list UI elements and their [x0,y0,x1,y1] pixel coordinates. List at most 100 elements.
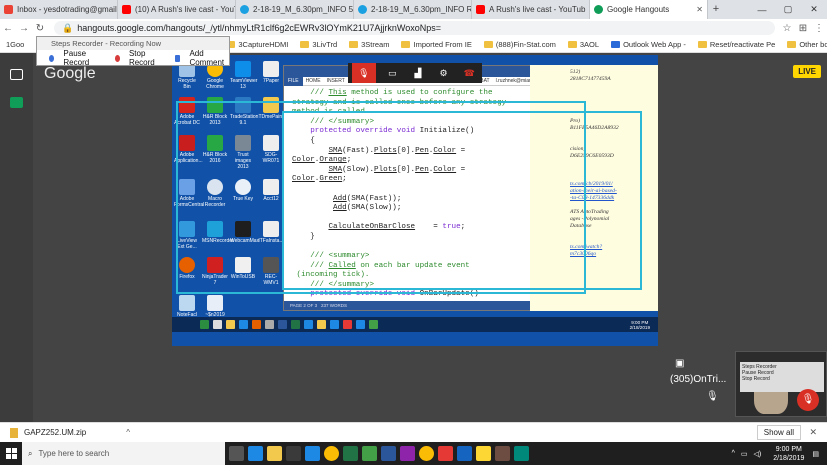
app-icon[interactable] [252,320,261,329]
chevron-up-icon[interactable]: ^ [126,428,130,437]
bookmark-item[interactable]: Imported From IE [395,40,477,49]
bookmark-item[interactable]: Outlook Web App - [605,40,692,49]
app-icon[interactable] [343,320,352,329]
close-window-icon[interactable]: ✕ [801,4,827,15]
desktop-icon[interactable]: MSNRecorder [202,221,234,244]
app-icon[interactable] [400,446,415,461]
ribbon-tab-file[interactable]: FILE [284,76,303,86]
close-icon[interactable]: ✕ [693,5,703,14]
app-icon[interactable] [226,320,235,329]
settings-icon[interactable]: ⚙ [435,66,453,80]
desktop-icon[interactable]: Adobe Application... [174,135,203,164]
app-icon[interactable] [369,320,378,329]
close-icon[interactable]: ✕ [809,427,817,438]
desktop-icon[interactable]: H&R Block 2016 [202,135,228,164]
desktop-icon[interactable]: ~$n2019 [202,295,228,318]
app-icon[interactable] [438,446,453,461]
task-view-icon[interactable] [229,446,244,461]
desktop-icon[interactable]: Adobe Acrobat DC [174,97,200,126]
bookmark-item[interactable]: (888)Fin-Stat.com [478,40,562,49]
bookmark-item[interactable]: Reset/reactivate Pe [692,40,781,49]
bookmark-item[interactable]: 1Goo [0,40,30,49]
desktop-icon[interactable]: NoteFacl [174,295,200,318]
notification-icon[interactable]: ▤ [812,450,819,458]
show-all-button[interactable]: Show all [756,425,801,440]
desktop-icon[interactable]: WinToUSB [230,257,256,280]
ribbon-tab-home[interactable]: HOME [306,78,321,84]
forward-icon[interactable]: → [16,23,32,34]
add-comment-button[interactable]: Add Comment [169,49,229,67]
present-screen-icon[interactable] [10,97,23,108]
taskbar-search[interactable]: ⌕ Type here to search [22,442,225,465]
stop-record-button[interactable]: Stop Record [109,49,163,67]
desktop-icon[interactable]: Acct12 [258,179,284,202]
explorer-icon[interactable] [267,446,282,461]
ribbon-tab-insert[interactable]: INSERT [327,78,345,84]
bookmark-item[interactable]: 3LivTrd [294,40,343,49]
new-tab-button[interactable]: + [708,0,724,19]
excel-icon[interactable] [343,446,358,461]
mic-off-icon[interactable]: 🎙 [351,63,376,83]
reload-icon[interactable]: ↻ [32,23,48,34]
browser-tab[interactable]: 2-18-19_M_6.30pm_INFO 5%✕ [236,0,354,19]
chrome-icon[interactable] [419,446,434,461]
note-link[interactable]: -ta-C08-147336ddk [570,195,658,202]
chrome-icon[interactable] [324,446,339,461]
app-icon[interactable] [265,320,274,329]
minimize-icon[interactable]: — [749,5,775,15]
url-field[interactable]: 🔒 hangouts.google.com/hangouts/_/ytl/nhmy… [54,21,775,35]
desktop-icon[interactable]: Trust images 2013 [230,135,256,170]
edge-icon[interactable] [248,446,263,461]
app-icon[interactable] [495,446,510,461]
app-icon[interactable] [304,320,313,329]
desktop-icon[interactable]: Macro Recorder [202,179,228,208]
app-icon[interactable] [514,446,529,461]
maximize-icon[interactable]: ▢ [775,4,801,15]
bookmark-item[interactable]: 3AOL [562,40,605,49]
note-link[interactable]: ation-their-ai-based- [570,188,658,195]
desktop-icon[interactable]: H&R Block 2013 [202,97,228,126]
tray-chevron-icon[interactable]: ^ [732,450,735,457]
browser-tab-active[interactable]: Google Hangouts ✕ [590,0,708,19]
browser-tab[interactable]: (10) A Rush's live cast - YouT✕ [118,0,236,19]
desktop-icon[interactable]: Firefox [174,257,200,280]
desktop-icon[interactable]: True Key [230,179,256,202]
desktop-icon[interactable]: TDmePaint [258,97,284,120]
network-icon[interactable]: ▭ [741,450,748,458]
desktop-icon[interactable]: Adobe FormsCentral [174,179,204,208]
note-link[interactable]: ts.com/cb/2019/01/ [570,181,658,188]
note-link[interactable]: ts.com/watch? [570,244,658,251]
extension-icon[interactable]: ⊞ [795,23,811,34]
browser-tab[interactable]: 2-18-19_M_6.30pm_INFO Re✕ [354,0,472,19]
app-icon[interactable] [356,320,365,329]
menu-icon[interactable]: ⋮ [811,23,827,34]
muted-indicator-icon[interactable]: 🎙 [797,389,819,411]
app-icon[interactable] [200,320,209,329]
desktop-icon[interactable]: SDG-WR071 [258,135,284,164]
app-icon[interactable] [317,320,326,329]
note-link[interactable]: m7c3006qo [570,251,658,258]
desktop-icon[interactable]: LiveView Ext Ge... [174,221,200,250]
browser-tab[interactable]: Inbox - yesdotrading@gmail.✕ [0,0,118,19]
other-bookmarks[interactable]: Other bookmarks [781,40,827,49]
excel-icon[interactable] [291,320,300,329]
desktop-icon[interactable]: NinjaTrader 7 [202,257,228,286]
store-icon[interactable] [286,446,301,461]
hang-up-icon[interactable]: ☎ [460,66,478,80]
app-icon[interactable] [330,320,339,329]
bookmark-item[interactable]: 3CaptureHDMI [220,40,294,49]
taskbar-clock[interactable]: 9:00 PM 2/18/2019 [765,445,812,463]
desktop-icon[interactable]: WebcamMax [230,221,259,244]
app-icon[interactable] [457,446,472,461]
word-icon[interactable] [381,446,396,461]
desktop-icon[interactable]: TradeStation 9.1 [230,97,258,126]
star-icon[interactable]: ☆ [779,23,795,34]
desktop-icon[interactable]: REC-WMV1 [258,257,284,286]
app-icon[interactable] [476,446,491,461]
mail-icon[interactable] [305,446,320,461]
camtasia-icon[interactable] [362,446,377,461]
start-button[interactable] [0,442,22,465]
camera-off-icon[interactable]: ▭ [383,66,401,80]
word-icon[interactable] [278,320,287,329]
bookmark-item[interactable]: 3Stream [343,40,395,49]
